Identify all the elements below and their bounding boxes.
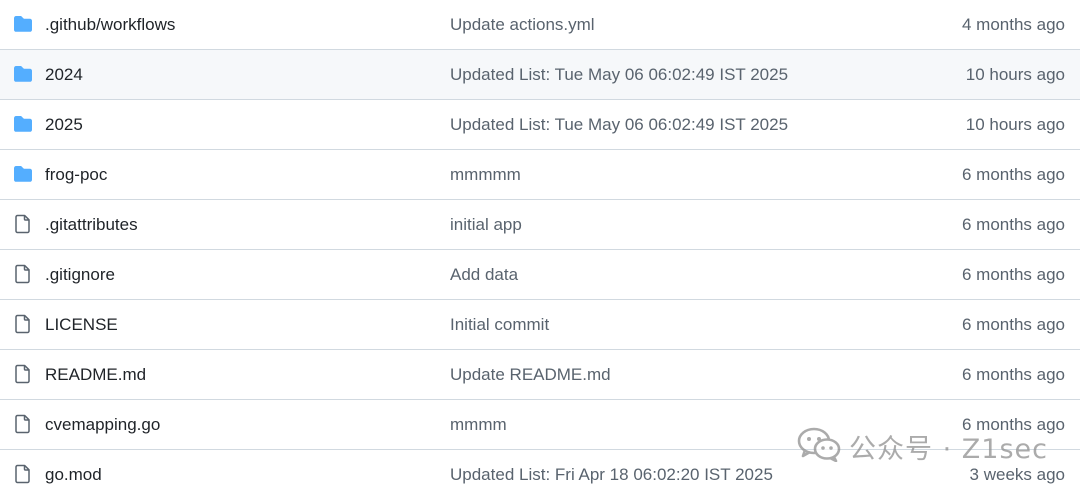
commit-message-link[interactable]: Updated List: Tue May 06 06:02:49 IST 20… (450, 100, 788, 149)
file-row[interactable]: go.mod Updated List: Fri Apr 18 06:02:20… (0, 450, 1080, 491)
commit-age: 6 months ago (961, 215, 1065, 234)
file-icon (13, 364, 33, 384)
file-row[interactable]: 2024 Updated List: Tue May 06 06:02:49 I… (0, 50, 1080, 100)
file-name-link[interactable]: README.md (45, 350, 146, 399)
file-name-link[interactable]: .gitattributes (45, 200, 138, 249)
commit-message-link[interactable]: initial app (450, 200, 522, 249)
file-name-link[interactable]: frog-poc (45, 150, 107, 199)
file-name-link[interactable]: cvemapping.go (45, 400, 160, 449)
file-icon (13, 464, 33, 484)
commit-message-link[interactable]: Updated List: Tue May 06 06:02:49 IST 20… (450, 50, 788, 99)
commit-message-link[interactable]: Update actions.yml (450, 0, 595, 49)
file-name-link[interactable]: .gitignore (45, 250, 115, 299)
commit-age: 4 months ago (961, 15, 1065, 34)
file-row[interactable]: 2025 Updated List: Tue May 06 06:02:49 I… (0, 100, 1080, 150)
commit-message-link[interactable]: mmmmm (450, 150, 521, 199)
file-icon (13, 314, 33, 334)
file-row[interactable]: .gitattributes initial app 6 months ago (0, 200, 1080, 250)
file-name-link[interactable]: .github/workflows (45, 0, 175, 49)
commit-age: 6 months ago (961, 165, 1065, 184)
commit-age: 10 hours ago (965, 65, 1065, 84)
file-row[interactable]: .github/workflows Update actions.yml 4 m… (0, 0, 1080, 50)
file-icon (13, 214, 33, 234)
folder-icon (13, 115, 33, 133)
commit-age: 10 hours ago (965, 115, 1065, 134)
file-list: .github/workflows Update actions.yml 4 m… (0, 0, 1080, 491)
commit-age: 6 months ago (961, 315, 1065, 334)
commit-message-link[interactable]: Updated List: Fri Apr 18 06:02:20 IST 20… (450, 450, 773, 491)
file-row[interactable]: cvemapping.go mmmm 6 months ago (0, 400, 1080, 450)
file-row[interactable]: frog-poc mmmmm 6 months ago (0, 150, 1080, 200)
file-name-link[interactable]: LICENSE (45, 300, 118, 349)
commit-age: 6 months ago (961, 265, 1065, 284)
commit-age: 6 months ago (961, 365, 1065, 384)
file-icon (13, 414, 33, 434)
file-row[interactable]: .gitignore Add data 6 months ago (0, 250, 1080, 300)
folder-icon (13, 65, 33, 83)
commit-message-link[interactable]: Update README.md (450, 350, 611, 399)
folder-icon (13, 15, 33, 33)
folder-icon (13, 165, 33, 183)
commit-message-link[interactable]: Add data (450, 250, 518, 299)
file-row[interactable]: LICENSE Initial commit 6 months ago (0, 300, 1080, 350)
commit-message-link[interactable]: Initial commit (450, 300, 549, 349)
file-icon (13, 264, 33, 284)
file-name-link[interactable]: 2025 (45, 100, 83, 149)
file-name-link[interactable]: 2024 (45, 50, 83, 99)
file-name-link[interactable]: go.mod (45, 450, 102, 491)
commit-age: 3 weeks ago (969, 465, 1065, 484)
commit-message-link[interactable]: mmmm (450, 400, 507, 449)
commit-age: 6 months ago (961, 415, 1065, 434)
file-row[interactable]: README.md Update README.md 6 months ago (0, 350, 1080, 400)
